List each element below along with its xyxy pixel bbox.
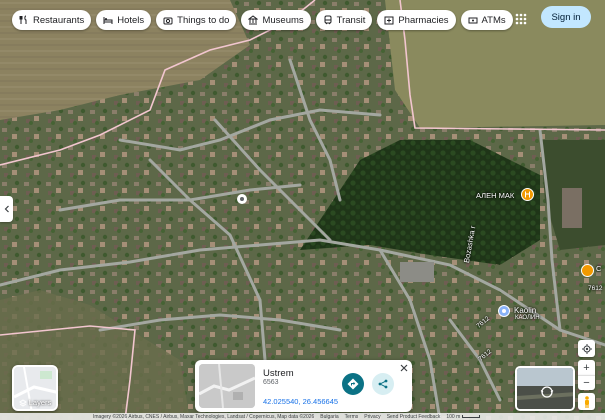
restaurant-icon <box>19 15 29 25</box>
place-thumbnail[interactable] <box>199 364 255 408</box>
scale-line <box>462 415 481 418</box>
hotel-icon <box>103 15 113 25</box>
street-view-preview[interactable] <box>515 366 575 411</box>
map-footer: Imagery ©2026 Airbus, CNES / Airbus, Max… <box>0 413 605 420</box>
chevron-left-icon <box>4 205 9 213</box>
place-coordinates[interactable]: 42.025540, 26.456645 <box>263 397 338 406</box>
map-app: АЛЕН МАК Bozashka r Kaolin КАОЛИН С 7612… <box>0 0 605 420</box>
scale-bar[interactable]: 100 m <box>446 413 481 420</box>
directions-button[interactable] <box>342 373 364 395</box>
street-view-thumbnail <box>517 368 573 409</box>
chip-museums[interactable]: Museums <box>241 10 311 30</box>
pegman-button[interactable] <box>578 393 595 410</box>
chip-restaurants[interactable]: Restaurants <box>12 10 92 30</box>
layers-button[interactable]: Layers <box>12 365 58 411</box>
map-label-kaolin-sub: КАОЛИН <box>515 315 540 321</box>
chip-things-to-do[interactable]: Things to do <box>156 10 237 30</box>
chip-label: Transit <box>336 14 366 26</box>
pegman-icon <box>584 395 589 408</box>
chip-atms[interactable]: ATMs <box>460 10 513 30</box>
map-pin-icon[interactable] <box>236 193 248 207</box>
region-link[interactable]: Bulgaria <box>320 414 338 420</box>
atm-icon <box>468 15 478 25</box>
map-label-alen-mak[interactable]: АЛЕН МАК <box>476 191 514 200</box>
restaurant-poi-icon[interactable] <box>521 188 534 201</box>
my-location-icon <box>581 343 592 354</box>
chip-pharmacies[interactable]: Pharmacies <box>377 10 456 30</box>
zoom-in-button[interactable]: + <box>578 360 595 375</box>
place-thumbnail-map <box>199 364 255 408</box>
sign-in-button[interactable]: Sign in <box>541 6 591 28</box>
scale-label: 100 m <box>446 413 461 420</box>
camera-icon <box>163 15 173 25</box>
share-button[interactable] <box>372 373 394 395</box>
privacy-link[interactable]: Privacy <box>364 414 380 420</box>
chip-label: Museums <box>262 14 304 26</box>
my-location-button[interactable] <box>578 340 595 357</box>
layers-label: Layers <box>28 398 52 407</box>
place-card[interactable]: Ustrem 6563 42.025540, 26.456645 <box>195 360 412 412</box>
chip-label: Pharmacies <box>398 14 449 26</box>
chip-hotels[interactable]: Hotels <box>96 10 152 30</box>
chip-label: ATMs <box>481 14 506 26</box>
satellite-map[interactable] <box>0 0 605 420</box>
close-icon[interactable] <box>399 363 409 373</box>
transit-icon <box>323 15 333 25</box>
feedback-link[interactable]: Send Product Feedback <box>387 414 441 420</box>
chip-label: Hotels <box>117 14 145 26</box>
museum-icon <box>248 15 259 25</box>
chip-label: Things to do <box>177 14 230 26</box>
terms-link[interactable]: Terms <box>345 414 359 420</box>
place-name: Ustrem <box>263 368 294 379</box>
layers-label-row: Layers <box>14 398 56 407</box>
category-chips: Restaurants Hotels Things to do Museums … <box>12 10 513 30</box>
layers-icon <box>18 398 27 407</box>
pharmacy-icon <box>384 15 394 25</box>
collapse-panel-button[interactable] <box>0 196 13 222</box>
road-shield-7612: 7612 <box>588 285 603 292</box>
poi-edge-icon[interactable] <box>581 264 594 277</box>
place-postal-code: 6563 <box>263 379 279 386</box>
directions-icon <box>347 378 359 390</box>
zoom-out-button[interactable]: − <box>578 375 595 390</box>
apps-grid-icon[interactable] <box>514 12 528 26</box>
business-poi-icon[interactable] <box>498 305 510 317</box>
imagery-attribution: Imagery ©2026 Airbus, CNES / Airbus, Max… <box>93 413 315 420</box>
map-label-edge[interactable]: С <box>596 264 601 273</box>
map-label-kaolin[interactable]: Kaolin <box>514 306 536 315</box>
share-icon <box>378 379 388 389</box>
chip-transit[interactable]: Transit <box>315 10 373 30</box>
chip-label: Restaurants <box>33 14 85 26</box>
